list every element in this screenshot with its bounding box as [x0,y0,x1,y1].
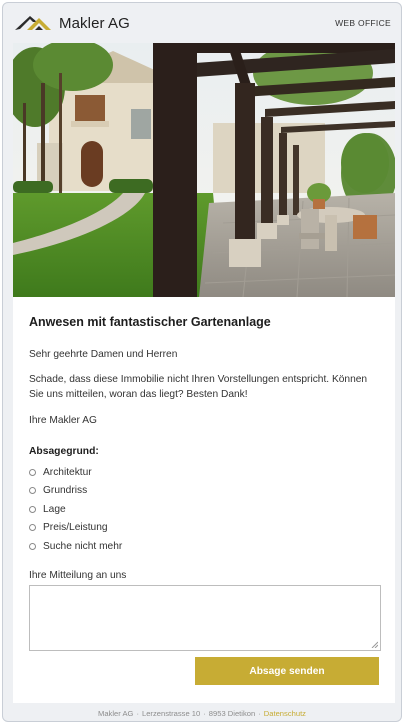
footer: Makler AG · Lerzenstrasse 10 · 8953 Diet… [3,703,401,721]
brand[interactable]: Makler AG [13,12,130,34]
top-bar: Makler AG WEB OFFICE [3,3,401,43]
reason-option-grundriss[interactable]: Grundriss [29,482,381,501]
radio-unchecked-icon[interactable] [29,505,36,513]
rejection-reason-heading: Absagegrund: [29,446,99,457]
privacy-link[interactable]: Datenschutz [264,709,306,718]
footer-separator: · [203,708,206,718]
resize-grip-icon[interactable] [371,641,378,648]
reason-option-label: Lage [43,503,66,515]
reason-option-label: Preis/Leistung [43,522,108,534]
radio-unchecked-icon[interactable] [29,487,36,495]
comment-label: Ihre Mitteilung an uns [29,569,127,581]
rejection-reason-options: Architektur Grundriss Lage Preis/Leistun… [29,463,381,556]
footer-company: Makler AG [98,708,134,718]
reason-option-preis-leistung[interactable]: Preis/Leistung [29,519,381,538]
reason-option-label: Grundriss [43,485,88,497]
property-title: Anwesen mit fantastischer Gartenanlage [29,315,271,329]
property-card: Anwesen mit fantastischer Gartenanlage S… [13,43,395,703]
signature-text: Ihre Makler AG [29,415,97,426]
footer-street: Lerzenstrasse 10 [141,708,201,718]
web-office-label[interactable]: WEB OFFICE [335,18,391,28]
radio-unchecked-icon[interactable] [29,468,36,476]
comment-textarea[interactable] [29,584,381,651]
message-body: Schade, dass diese Immobilie nicht Ihren… [29,374,368,400]
reason-option-lage[interactable]: Lage [29,500,381,519]
radio-unchecked-icon[interactable] [29,542,36,550]
footer-separator: · [136,708,139,718]
greeting-text: Sehr geehrte Damen und Herren [29,349,178,360]
house-roof-logo-icon [15,16,51,30]
footer-city: 8953 Dietikon [208,708,256,718]
footer-separator: · [258,708,261,718]
app-frame: Makler AG WEB OFFICE Anwesen mit fantast… [2,2,402,722]
reason-option-label: Suche nicht mehr [43,540,123,552]
reason-option-label: Architektur [43,466,92,478]
content: Anwesen mit fantastischer Gartenanlage S… [29,297,381,651]
reason-option-architektur[interactable]: Architektur [29,463,381,482]
send-rejection-button[interactable]: Absage senden [195,657,379,685]
reason-option-suche-nicht-mehr[interactable]: Suche nicht mehr [29,537,381,556]
property-photo [13,43,395,297]
brand-name: Makler AG [59,14,130,32]
radio-unchecked-icon[interactable] [29,524,36,532]
